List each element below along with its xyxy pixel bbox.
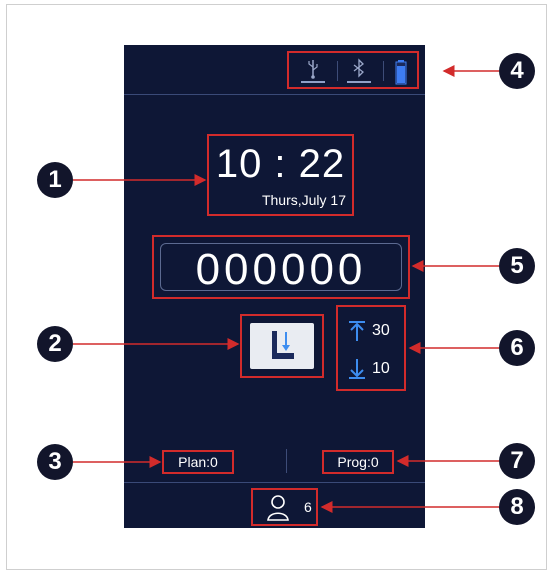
callout-6: 6 [499, 330, 535, 366]
callout-7: 7 [499, 443, 535, 479]
callout-3: 3 [37, 444, 73, 480]
callout-8: 8 [499, 489, 535, 525]
callout-4: 4 [499, 53, 535, 89]
callout-arrows [73, 65, 499, 513]
callout-1: 1 [37, 162, 73, 198]
callout-2: 2 [37, 326, 73, 362]
callout-5: 5 [499, 248, 535, 284]
